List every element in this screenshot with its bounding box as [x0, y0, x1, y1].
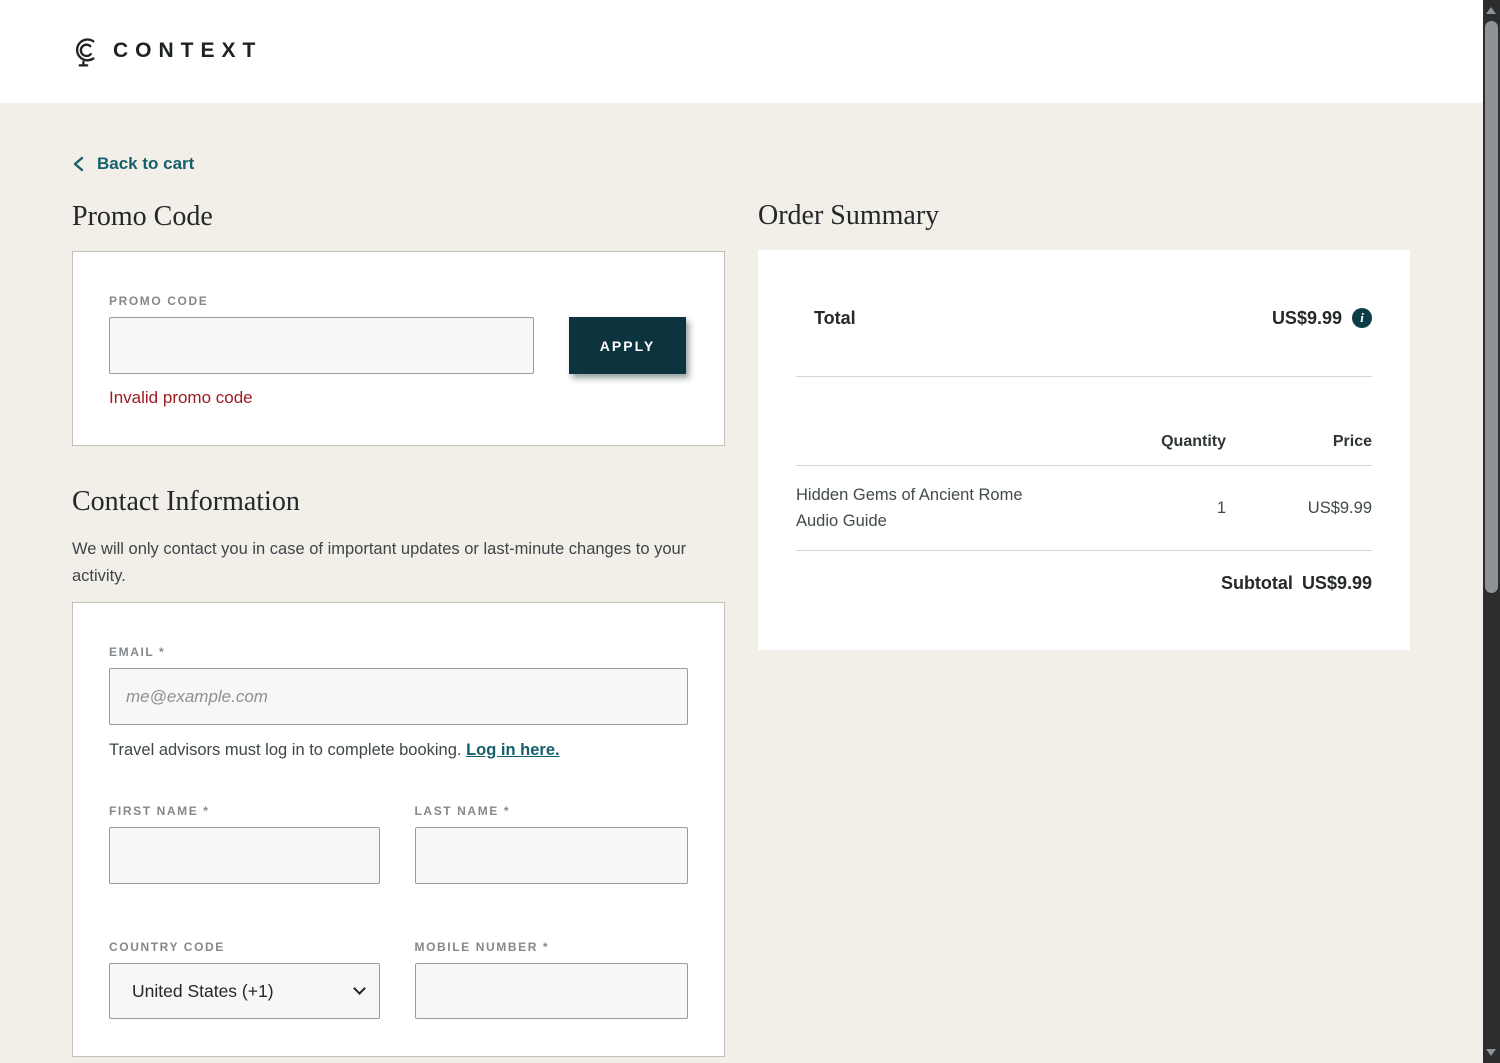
country-code-label: COUNTRY CODE — [109, 940, 225, 954]
promo-error-message: Invalid promo code — [109, 388, 253, 407]
price-column-header: Price — [1332, 433, 1372, 450]
order-item-name: Hidden Gems of Ancient Rome Audio Guide — [796, 486, 1023, 530]
promo-code-input[interactable] — [109, 317, 534, 374]
order-summary-column: Order Summary Total US$9.99 i Quantity P… — [758, 140, 1410, 650]
subtotal-row: Subtotal US$9.99 — [796, 573, 1372, 594]
subtotal-label: Subtotal — [1220, 573, 1293, 593]
order-item-row: Hidden Gems of Ancient Rome Audio Guide … — [796, 466, 1372, 550]
scrollbar-thumb[interactable] — [1485, 21, 1498, 593]
email-field[interactable] — [109, 668, 688, 725]
last-name-label: LAST NAME * — [414, 804, 511, 818]
mobile-number-label: MOBILE NUMBER * — [414, 940, 550, 954]
first-name-label: FIRST NAME * — [109, 804, 210, 818]
item-column-header — [796, 433, 1086, 451]
brand-wordmark: CONTEXT — [113, 39, 263, 62]
promo-code-card: PROMO CODE APPLY Invalid promo code — [72, 251, 725, 446]
contact-description: We will only contact you in case of impo… — [72, 540, 687, 585]
back-to-cart-link[interactable]: Back to cart — [72, 152, 194, 176]
chevron-left-icon — [72, 156, 85, 172]
country-code-select-wrap: United States (+1) — [109, 963, 380, 1019]
order-summary-card: Total US$9.99 i Quantity Price Hidden Ge… — [758, 250, 1410, 650]
last-name-group: LAST NAME * — [414, 804, 688, 884]
brand-logo[interactable]: CONTEXT — [70, 34, 262, 68]
contact-section-title: Contact Information — [72, 486, 300, 517]
subtotal-value: US$9.99 — [1301, 573, 1372, 593]
email-label: EMAIL * — [109, 645, 166, 659]
promo-section-title: Promo Code — [72, 201, 213, 232]
total-value: US$9.99 — [1271, 307, 1342, 328]
country-code-select[interactable]: United States (+1) — [109, 963, 380, 1019]
scroll-up-arrow-icon[interactable] — [1486, 7, 1496, 14]
order-table-header: Quantity Price — [796, 433, 1372, 451]
scroll-down-arrow-icon[interactable] — [1486, 1049, 1496, 1056]
advisor-note: Travel advisors must log in to complete … — [109, 738, 688, 762]
phone-fields-row: COUNTRY CODE United States (+1) MOBILE N… — [109, 940, 688, 1019]
globe-logo-icon — [70, 34, 100, 68]
order-item-quantity: 1 — [1216, 498, 1226, 517]
name-fields-row: FIRST NAME * LAST NAME * — [109, 804, 688, 884]
last-name-field[interactable] — [414, 827, 688, 884]
quantity-column-header: Quantity — [1161, 433, 1226, 450]
first-name-field[interactable] — [109, 827, 380, 884]
order-item-price: US$9.99 — [1307, 498, 1372, 517]
login-link[interactable]: Log in here. — [466, 741, 560, 759]
total-value-group: US$9.99 i — [1272, 308, 1372, 329]
back-to-cart-label: Back to cart — [97, 154, 195, 173]
total-row: Total US$9.99 i — [796, 306, 1372, 330]
mobile-number-group: MOBILE NUMBER * — [414, 940, 688, 1019]
mobile-number-field[interactable] — [414, 963, 688, 1019]
site-header: CONTEXT — [0, 0, 1483, 103]
promo-input-row: APPLY — [109, 317, 688, 374]
info-icon[interactable]: i — [1352, 308, 1372, 328]
checkout-page: CONTEXT Back to cart Promo Code PROMO CO… — [0, 0, 1500, 1063]
divider — [796, 376, 1372, 377]
apply-button[interactable]: APPLY — [569, 317, 686, 374]
total-label: Total — [814, 307, 856, 328]
vertical-scrollbar[interactable] — [1483, 0, 1500, 1063]
divider — [796, 550, 1372, 551]
first-name-group: FIRST NAME * — [109, 804, 380, 884]
advisor-note-text: Travel advisors must log in to complete … — [109, 741, 462, 759]
checkout-left-column: Back to cart Promo Code PROMO CODE APPLY… — [72, 140, 725, 1057]
order-summary-title: Order Summary — [758, 200, 940, 231]
contact-info-card: EMAIL * Travel advisors must log in to c… — [72, 602, 725, 1057]
country-code-group: COUNTRY CODE United States (+1) — [109, 940, 380, 1019]
promo-code-label: PROMO CODE — [109, 294, 209, 308]
